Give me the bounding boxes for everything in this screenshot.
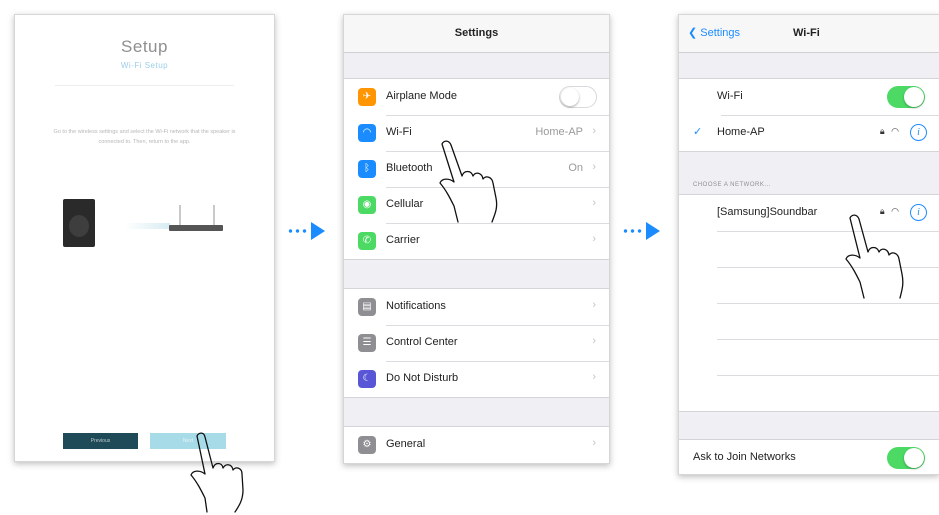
chevron-right-icon: ›: [592, 371, 596, 383]
airplane-icon: ✈: [358, 88, 376, 106]
navigation-bar: Settings: [344, 15, 609, 53]
lock-wifi-signal-icon: 🔒︎ ◠: [879, 126, 901, 136]
list-item: [679, 303, 939, 339]
settings-row-carrier[interactable]: ✆ Carrier ›: [344, 223, 609, 259]
chevron-right-icon: ›: [592, 233, 596, 245]
settings-group-system: ▤ Notifications › ☰ Control Center › ☾ D…: [344, 288, 609, 398]
network-name: [Samsung]Soundbar: [717, 206, 818, 218]
ask-to-join-toggle[interactable]: [887, 447, 925, 469]
router-image: [169, 225, 223, 231]
list-item: [679, 375, 939, 411]
row-label: Airplane Mode: [386, 90, 457, 102]
row-label: Wi-Fi: [386, 126, 412, 138]
hand-pointer-icon: [439, 140, 498, 223]
chevron-right-icon: ›: [592, 299, 596, 311]
settings-row-notifications[interactable]: ▤ Notifications ›: [344, 289, 609, 325]
notifications-icon: ▤: [358, 298, 376, 316]
wifi-value: Home-AP: [535, 126, 583, 138]
dotted-line: [287, 229, 309, 233]
settings-group-general: ⚙ General ›: [344, 426, 609, 463]
instruction-text: Go to the wireless settings and select t…: [53, 129, 236, 145]
speaker-image: [63, 199, 95, 247]
back-label: Settings: [700, 27, 741, 39]
wifi-group: Wi-Fi ✓ Home-AP 🔒︎ ◠ i: [679, 78, 939, 152]
network-name: Home-AP: [717, 126, 765, 138]
bluetooth-value: On: [568, 162, 583, 174]
list-item: [679, 339, 939, 375]
row-label: Wi-Fi: [717, 90, 743, 102]
arrow-head-icon: [311, 222, 325, 240]
chevron-right-icon: ›: [592, 335, 596, 347]
settings-row-airplane-mode[interactable]: ✈ Airplane Mode: [344, 79, 609, 115]
control-center-icon: ☰: [358, 334, 376, 352]
row-label: Control Center: [386, 336, 458, 348]
chevron-right-icon: ›: [592, 161, 596, 173]
nav-title: Wi-Fi: [793, 27, 820, 39]
phone-icon: ✆: [358, 232, 376, 250]
chevron-right-icon: ›: [592, 197, 596, 209]
settings-row-do-not-disturb[interactable]: ☾ Do Not Disturb ›: [344, 361, 609, 397]
cellular-icon: ◉: [358, 196, 376, 214]
row-label: Notifications: [386, 300, 446, 312]
row-label: Ask to Join Networks: [693, 451, 796, 463]
hand-pointer-icon: [190, 432, 244, 513]
bluetooth-icon: ᛒ: [358, 160, 376, 178]
setup-screen: Setup Wi-Fi Setup Go to the wireless set…: [14, 14, 275, 462]
row-label: Carrier: [386, 234, 420, 246]
previous-button[interactable]: Previous: [63, 433, 138, 449]
chevron-left-icon: ❮: [688, 27, 701, 39]
row-label: Cellular: [386, 198, 424, 210]
wifi-icon: ◠: [358, 124, 376, 142]
connected-network-row[interactable]: ✓ Home-AP 🔒︎ ◠ i: [679, 115, 939, 151]
wifi-toggle[interactable]: [887, 86, 925, 108]
info-icon[interactable]: i: [910, 124, 927, 141]
settings-row-control-center[interactable]: ☰ Control Center ›: [344, 325, 609, 361]
ask-to-join-row: Ask to Join Networks: [679, 440, 939, 474]
header-divider: [55, 85, 234, 86]
gear-icon: ⚙: [358, 436, 376, 454]
ask-join-group: Ask to Join Networks: [679, 439, 939, 474]
settings-screen: Settings ✈ Airplane Mode ◠ Wi-Fi Home-AP…: [343, 14, 610, 464]
moon-icon: ☾: [358, 370, 376, 388]
nav-title: Settings: [454, 27, 499, 39]
row-label: Do Not Disturb: [386, 372, 459, 384]
row-label: General: [386, 438, 426, 450]
page-subtitle: Wi-Fi Setup: [120, 61, 169, 70]
dotted-line: [622, 229, 644, 233]
back-button[interactable]: ❮ Settings: [688, 26, 740, 39]
chevron-right-icon: ›: [592, 437, 596, 449]
chevron-right-icon: ›: [592, 125, 596, 137]
navigation-bar: ❮ Settings Wi-Fi: [679, 15, 939, 53]
router-antenna: [213, 205, 215, 225]
checkmark-icon: ✓: [693, 126, 703, 138]
section-header: CHOOSE A NETWORK...: [693, 182, 771, 188]
arrow-head-icon: [646, 222, 660, 240]
row-label: Bluetooth: [386, 162, 433, 174]
page-title: Setup: [121, 37, 168, 56]
settings-row-general[interactable]: ⚙ General ›: [344, 427, 609, 463]
router-antenna: [179, 205, 181, 225]
wifi-toggle-row: Wi-Fi: [679, 79, 939, 115]
airplane-mode-toggle[interactable]: [559, 86, 597, 108]
hand-pointer-icon: [845, 214, 904, 299]
connection-beam: [125, 223, 170, 229]
